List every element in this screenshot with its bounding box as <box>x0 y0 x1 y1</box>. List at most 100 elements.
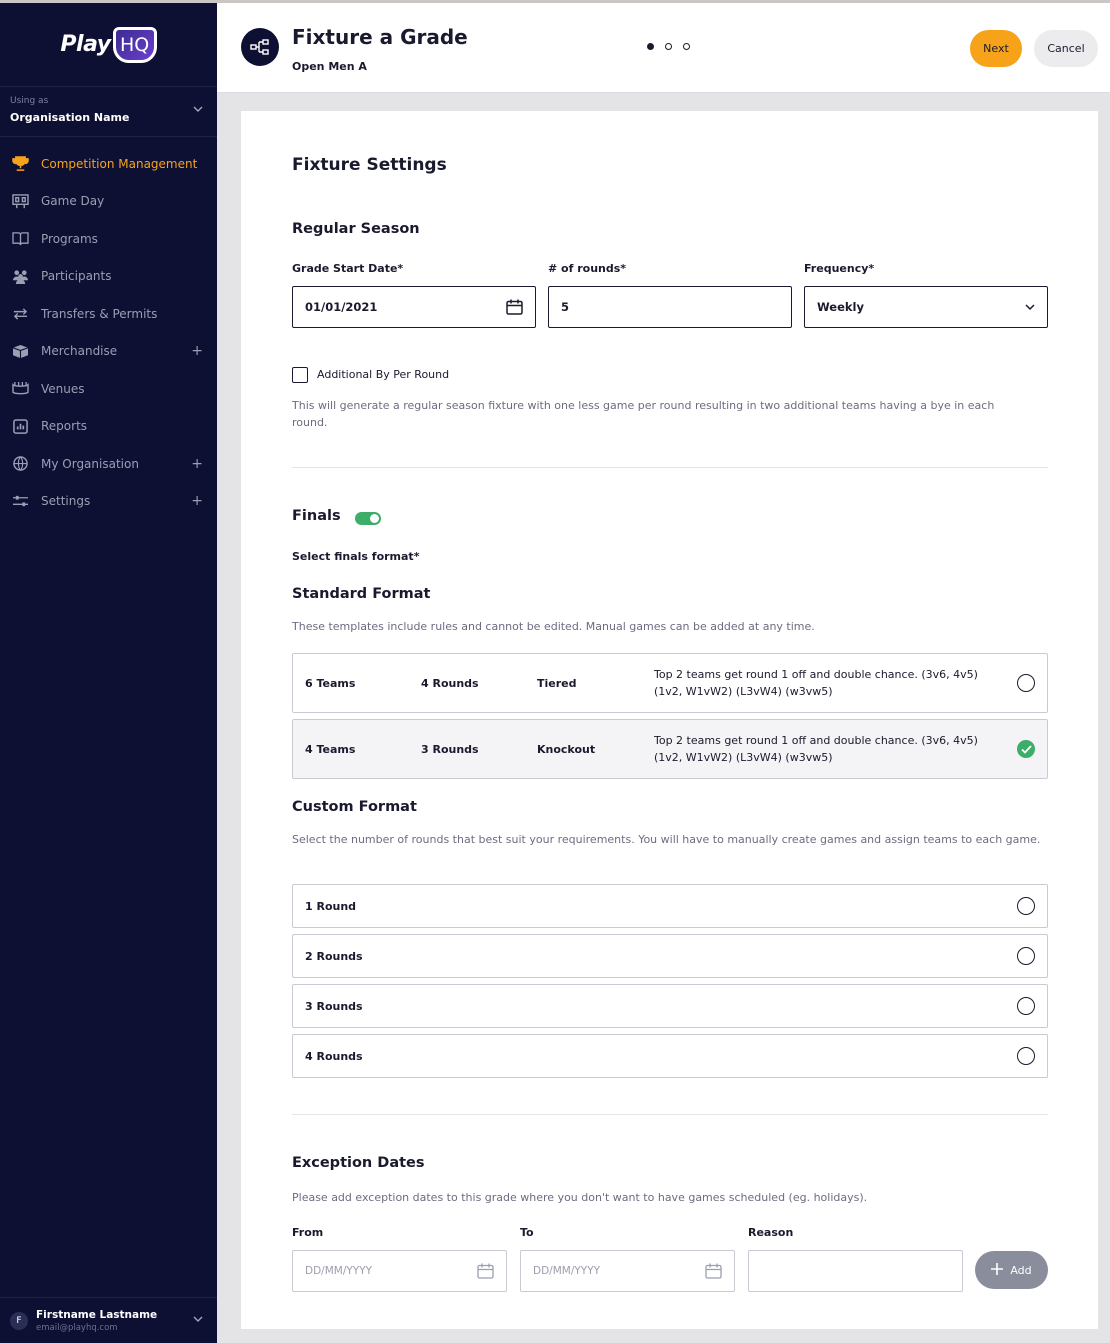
finals-option-6-teams[interactable]: 6 Teams 4 Rounds Tiered Top 2 teams get … <box>292 653 1048 713</box>
custom-option-label: 2 Rounds <box>305 949 363 963</box>
custom-option-label: 1 Round <box>305 899 357 913</box>
calendar-icon[interactable] <box>705 1263 722 1279</box>
sidebar-item-label: Participants <box>41 269 112 284</box>
report-icon <box>10 418 30 434</box>
radio-button[interactable] <box>1017 674 1035 692</box>
sidebar-item-programs[interactable]: Programs <box>0 220 217 258</box>
stadium-icon <box>10 381 30 397</box>
fixture-settings-card: Fixture Settings Regular Season Grade St… <box>241 111 1098 1329</box>
to-date-input[interactable]: DD/MM/YYYY <box>520 1250 735 1292</box>
book-icon <box>10 231 30 247</box>
org-name: Organisation Name <box>10 111 130 124</box>
user-name: Firstname Lastname <box>36 1308 158 1321</box>
option-type: Knockout <box>537 742 596 756</box>
cancel-button[interactable]: Cancel <box>1034 30 1098 67</box>
add-exception-button[interactable]: Add <box>975 1251 1048 1289</box>
section-title-finals: Finals <box>292 508 341 524</box>
scoreboard-icon <box>10 193 30 209</box>
frequency-value: Weekly <box>817 300 864 314</box>
sidebar-item-label: Competition Management <box>41 156 198 171</box>
chevron-down-icon <box>193 105 203 116</box>
custom-option-label: 3 Rounds <box>305 999 363 1013</box>
chevron-down-icon <box>1025 303 1035 311</box>
from-label: From <box>292 1226 324 1239</box>
custom-option-3-rounds[interactable]: 3 Rounds <box>292 984 1048 1028</box>
to-label: To <box>520 1226 534 1239</box>
organisation-switcher[interactable]: Using as Organisation Name <box>0 87 217 137</box>
playhq-logo[interactable]: Play HQ <box>0 3 217 87</box>
rounds-input[interactable]: 5 <box>548 286 792 328</box>
reason-input[interactable] <box>748 1250 963 1292</box>
expand-plus-icon[interactable]: + <box>191 456 203 472</box>
section-title-regular-season: Regular Season <box>292 221 420 237</box>
logo-wordmark: Play <box>60 32 111 57</box>
step-indicator <box>647 43 690 50</box>
calendar-icon[interactable] <box>477 1263 494 1279</box>
rounds-value: 5 <box>561 300 570 314</box>
custom-option-2-rounds[interactable]: 2 Rounds <box>292 934 1048 978</box>
sidebar-item-reports[interactable]: Reports <box>0 408 217 446</box>
trophy-icon <box>10 156 30 172</box>
finals-toggle[interactable] <box>355 512 381 525</box>
exception-dates-help: Please add exception dates to this grade… <box>292 1191 868 1204</box>
custom-option-label: 4 Rounds <box>305 1049 363 1063</box>
radio-button[interactable] <box>1017 1047 1035 1065</box>
sidebar-item-settings[interactable]: Settings + <box>0 483 217 521</box>
rounds-label: # of rounds* <box>548 262 627 275</box>
from-date-input[interactable]: DD/MM/YYYY <box>292 1250 507 1292</box>
custom-option-4-rounds[interactable]: 4 Rounds <box>292 1034 1048 1078</box>
expand-plus-icon[interactable]: + <box>191 343 203 359</box>
sidebar-item-game-day[interactable]: Game Day <box>0 183 217 221</box>
step-dot-3 <box>683 43 690 50</box>
sidebar-item-transfers-permits[interactable]: Transfers & Permits <box>0 295 217 333</box>
grade-start-date-input[interactable]: 01/01/2021 <box>292 286 536 328</box>
custom-option-1-round[interactable]: 1 Round <box>292 884 1048 928</box>
radio-button[interactable] <box>1017 997 1035 1015</box>
globe-icon <box>10 456 30 472</box>
option-description: Top 2 teams get round 1 off and double c… <box>654 668 978 698</box>
from-date-placeholder: DD/MM/YYYY <box>305 1265 373 1277</box>
to-date-placeholder: DD/MM/YYYY <box>533 1265 601 1277</box>
user-menu[interactable]: F Firstname Lastname email@playhq.com <box>0 1297 217 1343</box>
frequency-select[interactable]: Weekly <box>804 286 1048 328</box>
sidebar-item-label: Venues <box>41 381 85 396</box>
sidebar-item-my-organisation[interactable]: My Organisation + <box>0 445 217 483</box>
next-button[interactable]: Next <box>970 30 1022 67</box>
expand-plus-icon[interactable]: + <box>191 493 203 509</box>
sidebar-item-label: Game Day <box>41 194 105 209</box>
page-subtitle: Open Men A <box>292 60 367 73</box>
option-rounds: 3 Rounds <box>421 742 479 756</box>
sidebar-item-label: My Organisation <box>41 456 139 471</box>
page-header: Fixture a Grade Open Men A Next Cancel <box>217 3 1110 93</box>
frequency-label: Frequency* <box>804 262 875 275</box>
sidebar-nav: Competition Management Game Day Programs… <box>0 137 217 520</box>
add-button-label: Add <box>1010 1263 1032 1277</box>
sidebar-item-label: Programs <box>41 231 98 246</box>
sidebar-item-competition-management[interactable]: Competition Management <box>0 145 217 183</box>
sidebar-item-participants[interactable]: Participants <box>0 258 217 296</box>
standard-format-title: Standard Format <box>292 586 431 602</box>
radio-button[interactable] <box>1017 897 1035 915</box>
sidebar: Play HQ Using as Organisation Name Compe… <box>0 3 217 1343</box>
chevron-down-icon <box>193 1315 203 1326</box>
section-title-fixture-settings: Fixture Settings <box>292 155 447 175</box>
step-dot-2 <box>665 43 672 50</box>
check-circle-icon[interactable] <box>1017 740 1035 758</box>
org-using-as-label: Using as <box>10 96 49 106</box>
radio-button[interactable] <box>1017 947 1035 965</box>
grade-start-date-value: 01/01/2021 <box>305 300 378 314</box>
sidebar-item-label: Reports <box>41 419 88 434</box>
option-description: Top 2 teams get round 1 off and double c… <box>654 734 978 764</box>
option-rounds: 4 Rounds <box>421 676 479 690</box>
calendar-icon[interactable] <box>506 299 523 315</box>
additional-bye-checkbox[interactable] <box>292 367 308 383</box>
sidebar-item-merchandise[interactable]: Merchandise + <box>0 333 217 371</box>
finals-option-4-teams[interactable]: 4 Teams 3 Rounds Knockout Top 2 teams ge… <box>292 719 1048 779</box>
avatar: F <box>10 1311 28 1330</box>
user-email: email@playhq.com <box>36 1322 118 1333</box>
sidebar-item-venues[interactable]: Venues <box>0 370 217 408</box>
divider <box>292 467 1048 468</box>
finals-format-label: Select finals format* <box>292 550 420 563</box>
custom-format-help: Select the number of rounds that best su… <box>292 833 1041 846</box>
grade-start-date-label: Grade Start Date* <box>292 262 404 275</box>
